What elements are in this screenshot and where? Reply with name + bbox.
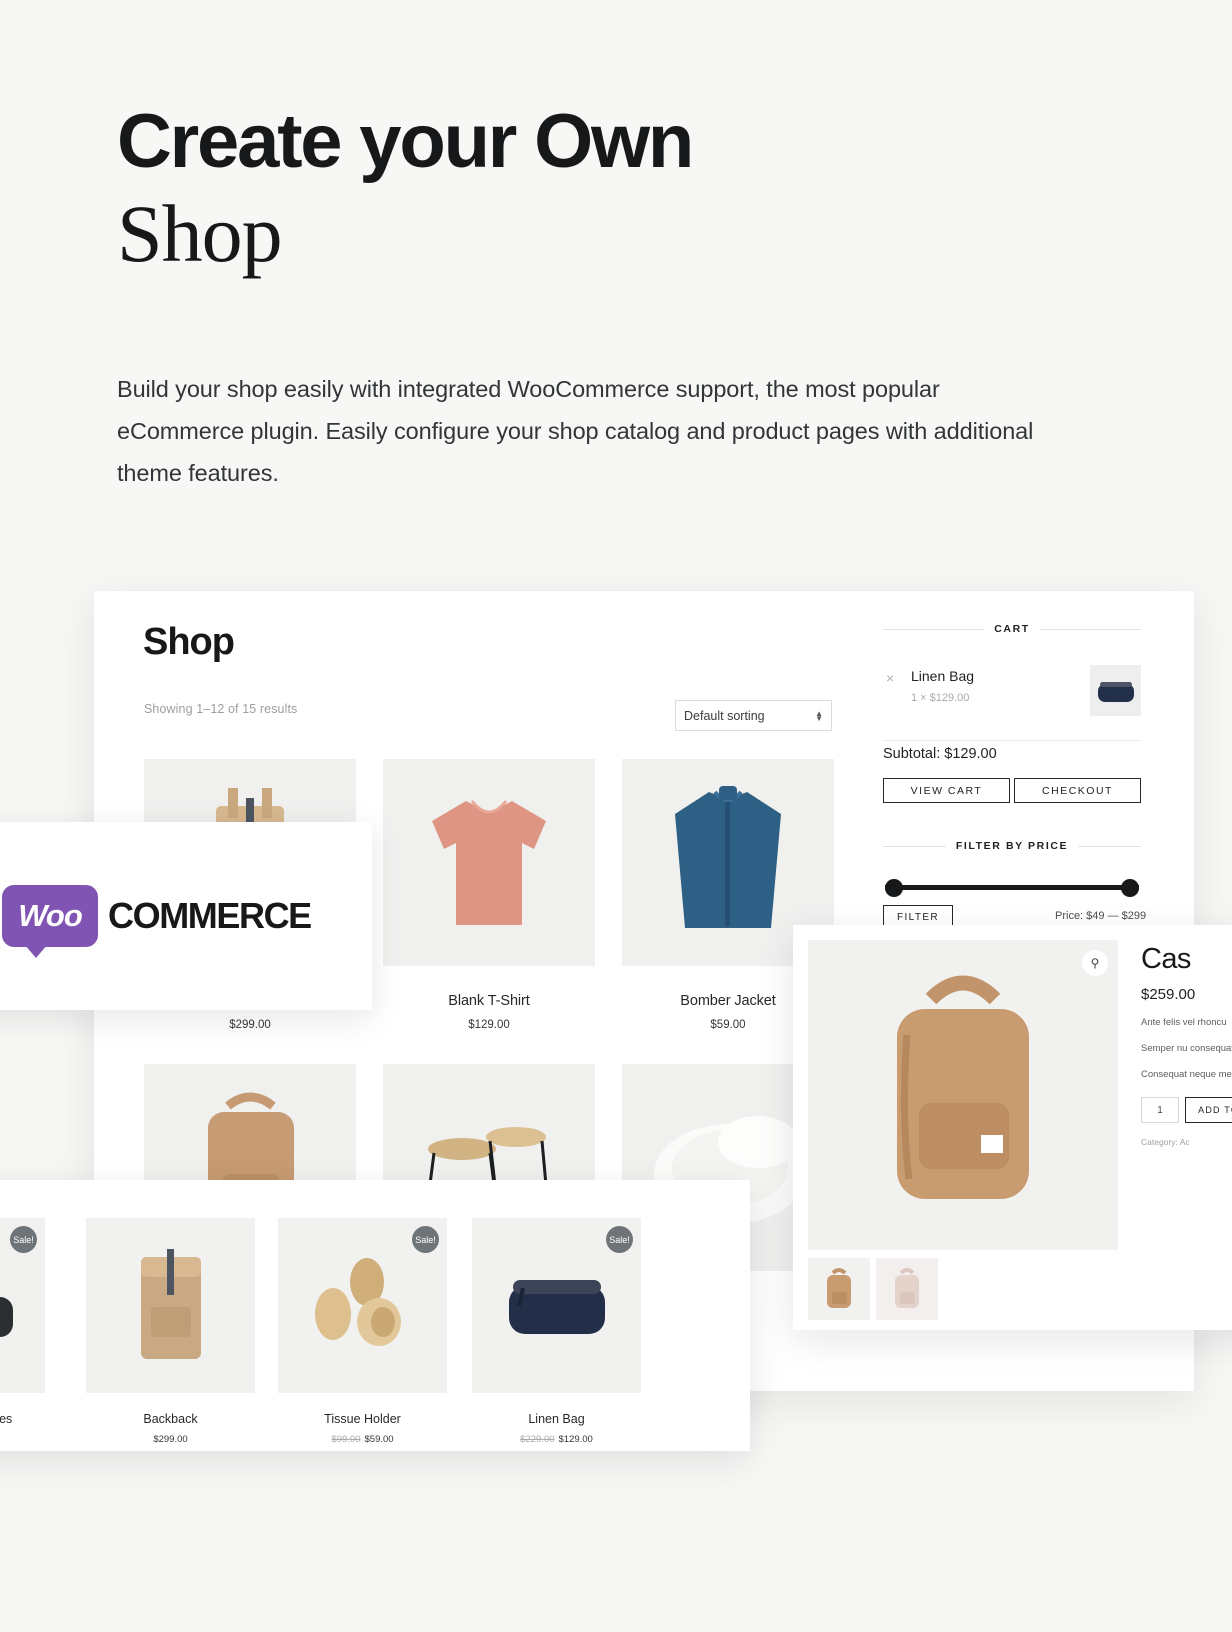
woocommerce-logo-card: Woo COMMERCE xyxy=(0,822,372,1010)
woocommerce-mark-icon: Woo xyxy=(2,885,98,958)
chevron-updown-icon: ▲ ▼ xyxy=(815,708,823,723)
page-title: Shop xyxy=(143,621,235,663)
hero-title-line1: Create your Own xyxy=(117,99,694,184)
woocommerce-mark-text: Woo xyxy=(18,898,83,933)
sale-badge: Sale! xyxy=(606,1226,633,1253)
product-detail-card: ⚲ Cas $259.00 Ante felis vel rhoncu Semp… xyxy=(793,925,1232,1330)
product-old-price: $99.00 xyxy=(331,1434,361,1445)
backpack-alt-illustration xyxy=(895,1268,919,1308)
woocommerce-wordmark: COMMERCE xyxy=(108,895,312,936)
product-name: eless Headphones xyxy=(0,1412,13,1426)
cart-item-qty-price: 1 × $129.00 xyxy=(911,692,970,704)
product-price: $259.00 xyxy=(1141,986,1196,1003)
filter-widget-heading: FILTER BY PRICE xyxy=(883,840,1142,852)
product-detail-info: Cas $259.00 Ante felis vel rhoncu Semper… xyxy=(1141,943,1232,1147)
sorting-select-value: Default sorting xyxy=(684,708,765,723)
product-price: $299.00 xyxy=(86,1434,255,1445)
tshirt-illustration xyxy=(432,799,546,925)
gallery-thumbnail[interactable] xyxy=(876,1258,938,1320)
product-image xyxy=(86,1218,255,1393)
filter-price-range-label: Price: $49 — $299 xyxy=(1055,910,1147,922)
list-item[interactable]: Backback $299.00 xyxy=(86,1218,255,1445)
add-to-cart-button[interactable]: ADD TO CART xyxy=(1185,1097,1232,1123)
product-description: Ante felis vel rhoncu Semper nu consequa… xyxy=(1141,1015,1232,1083)
hero-title-line2: Shop xyxy=(117,188,283,279)
view-cart-button[interactable]: VIEW CART xyxy=(883,778,1010,803)
cart-heading-label: CART xyxy=(984,623,1040,635)
cart-widget-heading: CART xyxy=(883,623,1141,635)
sale-badge: Sale! xyxy=(10,1226,37,1253)
product-gallery-main-image[interactable]: ⚲ xyxy=(808,940,1118,1250)
product-price: $229.00 $129.00 xyxy=(472,1434,641,1445)
gallery-thumbnail[interactable] xyxy=(808,1258,870,1320)
sorting-select[interactable]: Default sorting ▲ ▼ xyxy=(675,700,832,731)
result-count: Showing 1–12 of 15 results xyxy=(144,702,298,716)
list-item[interactable]: Sale! eless Headphones $89.00$69.00 xyxy=(0,1218,45,1445)
product-old-price: $229.00 xyxy=(520,1434,555,1445)
purchase-controls: 1 ADD TO CART xyxy=(1141,1097,1232,1123)
headphones-illustration xyxy=(0,1296,13,1337)
product-card[interactable]: Blank T-Shirt $129.00 xyxy=(383,759,595,1031)
divider xyxy=(1039,628,1141,630)
list-item[interactable]: Sale! Tissue Holder $99.00 $59.00 xyxy=(278,1218,447,1445)
cart-line-item: × Linen Bag 1 × $129.00 xyxy=(883,665,1141,733)
hero-paragraph: Build your shop easily with integrated W… xyxy=(117,376,1034,486)
product-image xyxy=(383,759,595,966)
checkout-button[interactable]: CHECKOUT xyxy=(1014,778,1141,803)
backpack-illustration xyxy=(827,1268,851,1308)
list-item[interactable]: Sale! Linen Bag $229.00 $129.00 xyxy=(472,1218,641,1445)
description-paragraph: Ante felis vel rhoncu xyxy=(1141,1017,1227,1028)
description-paragraph: Consequat neque met xyxy=(1141,1069,1232,1080)
divider xyxy=(883,740,1141,741)
product-price: $89.00$69.00 xyxy=(0,1434,45,1445)
wooden-tissue-holder-illustration xyxy=(314,1257,401,1346)
slider-handle-max[interactable] xyxy=(1121,879,1139,897)
quantity-stepper[interactable]: 1 xyxy=(1141,1097,1179,1123)
product-price: $129.00 xyxy=(468,1019,510,1031)
product-price: $99.00 $59.00 xyxy=(278,1434,447,1445)
remove-item-icon[interactable]: × xyxy=(886,670,894,686)
rolltop-bag-illustration xyxy=(140,1249,201,1359)
product-name: Tissue Holder xyxy=(324,1412,401,1426)
product-image: Sale! xyxy=(278,1218,447,1393)
product-sale-price: $299.00 xyxy=(153,1434,188,1445)
linen-bag-illustration xyxy=(1097,681,1134,702)
search-icon[interactable]: ⚲ xyxy=(1082,950,1108,976)
product-title: Cas xyxy=(1141,943,1191,975)
related-products-card: RODUCTS Sale! eless Headphones $89.00$69… xyxy=(0,1180,750,1451)
product-image: Sale! xyxy=(472,1218,641,1393)
product-image: Sale! xyxy=(0,1218,45,1393)
cart-item-name[interactable]: Linen Bag xyxy=(911,668,974,684)
divider xyxy=(883,845,946,847)
hero-heading: Create your Own Shop xyxy=(117,104,1077,283)
jacket-illustration xyxy=(675,785,781,928)
product-name: Backback xyxy=(143,1412,198,1426)
price-range-slider[interactable] xyxy=(885,879,1139,897)
cart-item-thumbnail xyxy=(1090,665,1141,716)
linen-bag-illustration xyxy=(508,1279,605,1334)
filter-heading-label: FILTER BY PRICE xyxy=(945,840,1079,852)
product-gallery-thumbnails xyxy=(808,1258,938,1320)
sale-badge: Sale! xyxy=(412,1226,439,1253)
page-root: Create your Own Shop Build your shop eas… xyxy=(0,0,1232,1632)
slider-handle-min[interactable] xyxy=(885,879,903,897)
product-sale-price: $59.00 xyxy=(364,1434,394,1445)
product-sale-price: $129.00 xyxy=(558,1434,593,1445)
divider xyxy=(883,628,985,630)
slider-track xyxy=(885,885,1139,890)
cart-subtotal: Subtotal: $129.00 xyxy=(883,746,997,762)
description-paragraph: Semper nu consequat aenean qu faucibus t xyxy=(1141,1043,1232,1054)
cart-actions: VIEW CART CHECKOUT xyxy=(883,778,1141,803)
backpack-illustration xyxy=(897,975,1029,1199)
product-name: Linen Bag xyxy=(528,1412,585,1426)
product-price: $299.00 xyxy=(229,1019,271,1031)
divider xyxy=(1078,845,1142,847)
product-category: Category: Ac xyxy=(1141,1137,1190,1147)
product-name: Blank T-Shirt xyxy=(448,993,530,1009)
